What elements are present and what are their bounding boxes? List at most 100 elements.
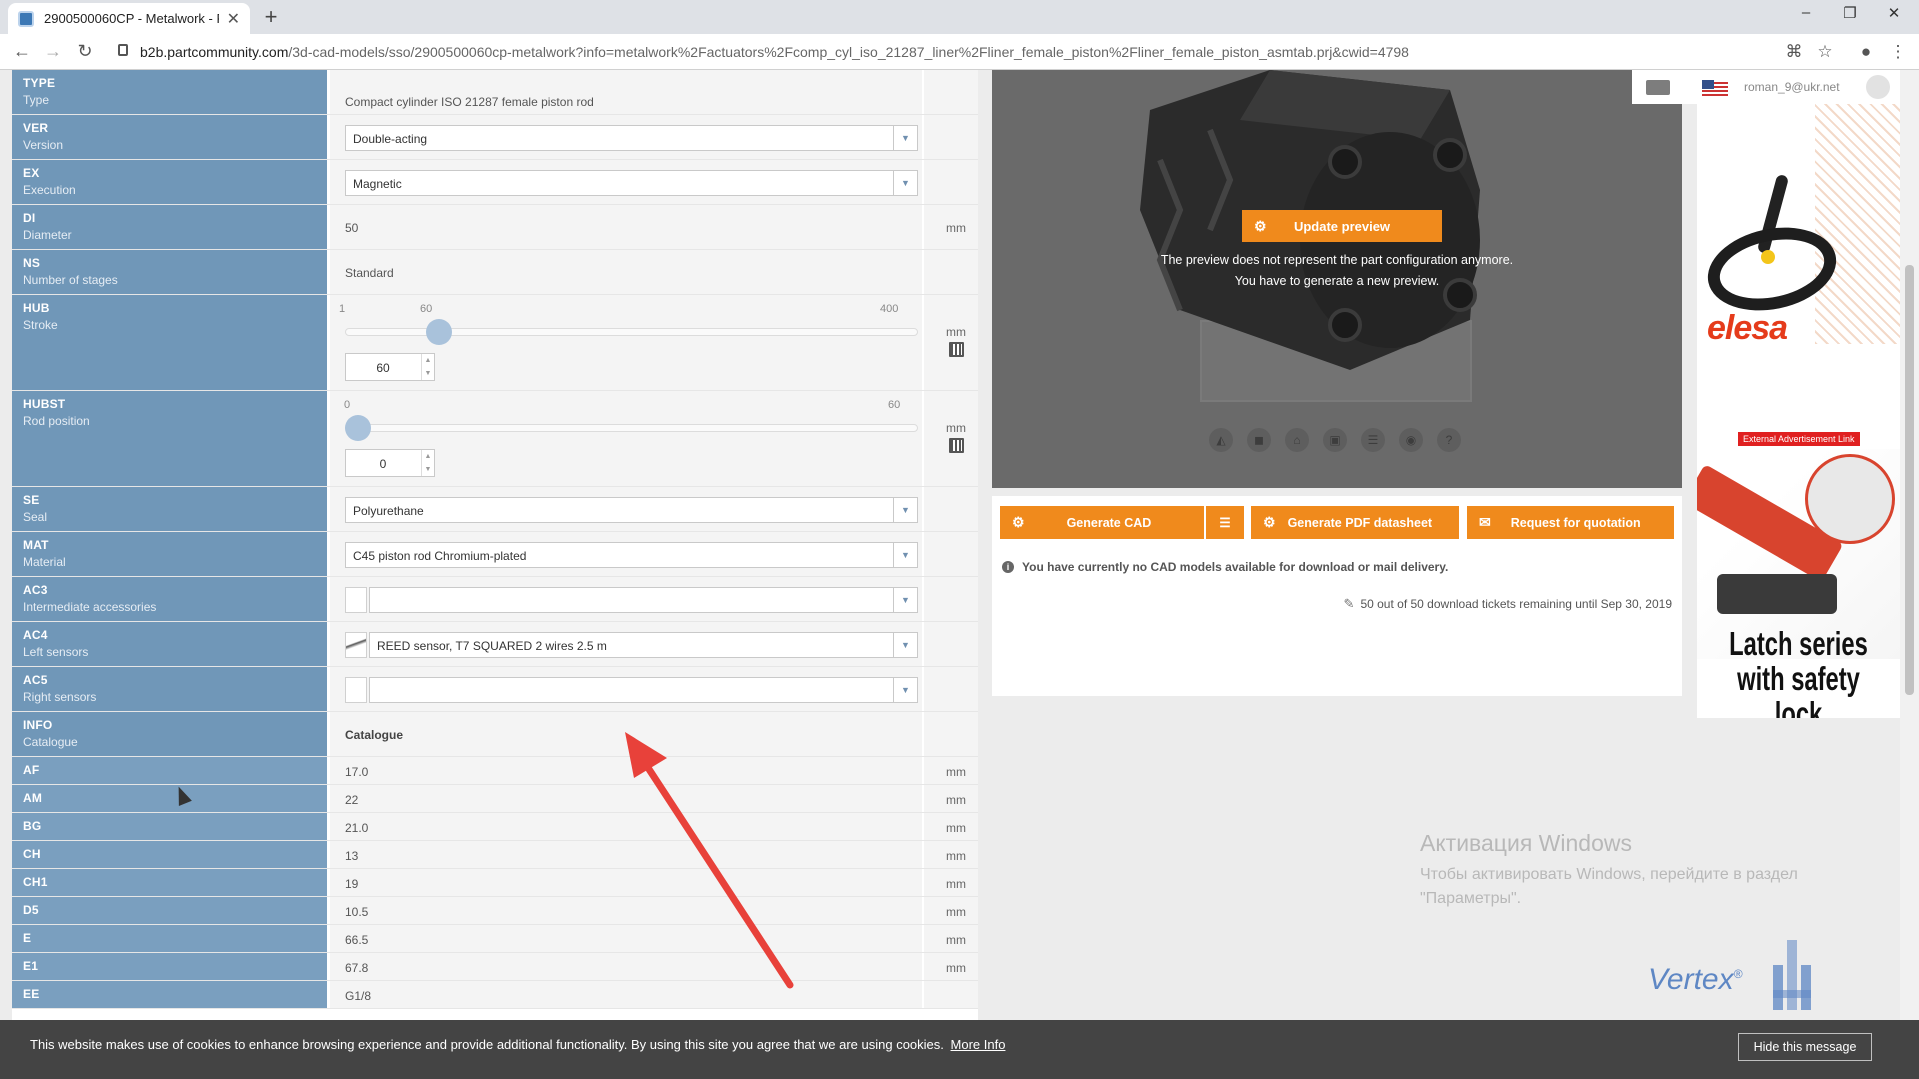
forward-icon[interactable]: → <box>41 41 65 62</box>
new-tab-icon[interactable]: + <box>258 4 284 30</box>
cad-options-button[interactable]: ☰ <box>1206 506 1244 539</box>
param-code: AC3 <box>23 583 48 597</box>
view-solid-icon[interactable]: ◼ <box>1247 428 1271 452</box>
ad-background-pattern <box>1815 104 1900 344</box>
stepper-icon[interactable]: ▲ ▼ <box>421 354 434 380</box>
dim-row-e1: E1 67.8 mm <box>12 953 978 981</box>
dim-code: EE <box>23 987 40 1001</box>
seal-select-value: Polyurethane <box>353 504 424 518</box>
address-bar: ← → ↻ b2b.partcommunity.com/3d-cad-model… <box>0 34 1919 70</box>
intermediate-accessories-select[interactable]: ▼ <box>369 587 918 613</box>
profile-icon[interactable]: ● <box>1855 42 1877 62</box>
param-desc: Type <box>23 93 50 107</box>
view-cube-icon[interactable]: ▣ <box>1323 428 1347 452</box>
tickets-status: ✎ 50 out of 50 download tickets remainin… <box>1344 596 1672 612</box>
calculator-icon[interactable] <box>949 342 964 357</box>
handwheel-knob-image <box>1761 250 1775 264</box>
no-cad-note-text: You have currently no CAD models availab… <box>1022 560 1449 574</box>
param-unit-cell <box>924 577 978 621</box>
seal-select[interactable]: Polyurethane ▼ <box>345 497 918 523</box>
cookie-message: This website makes use of cookies to enh… <box>30 1037 1005 1052</box>
param-label: HUB Stroke <box>12 295 327 390</box>
stepper-icon[interactable]: ▲ ▼ <box>421 450 434 476</box>
accessory-thumbnail[interactable] <box>345 587 367 613</box>
bookmark-star-icon[interactable]: ☆ <box>1814 42 1836 62</box>
generate-cad-button[interactable]: ⚙ Generate CAD <box>1000 506 1204 539</box>
sensor-thumbnail[interactable] <box>345 677 367 703</box>
hide-cookie-message-button[interactable]: Hide this message <box>1738 1033 1872 1061</box>
url-field[interactable]: b2b.partcommunity.com/3d-cad-models/sso/… <box>140 44 1409 60</box>
page-scrollbar-thumb[interactable] <box>1905 265 1914 695</box>
sensor-thumbnail[interactable] <box>345 632 367 658</box>
help-icon[interactable]: ? <box>1437 428 1461 452</box>
reload-icon[interactable]: ↻ <box>73 41 97 62</box>
rod-position-slider-track[interactable] <box>345 424 918 432</box>
param-label: EX Execution <box>12 160 327 204</box>
user-email[interactable]: roman_9@ukr.net <box>1744 80 1840 94</box>
unit-label: mm <box>946 821 966 835</box>
diameter-value: 50 <box>345 221 359 235</box>
chevron-down-icon[interactable]: ▼ <box>893 126 917 150</box>
restore-icon[interactable]: ❐ <box>1830 4 1870 22</box>
vertex-logo-icon <box>1773 940 1811 1010</box>
us-flag-icon[interactable] <box>1702 80 1728 96</box>
dim-label: D5 <box>12 897 327 924</box>
chevron-down-icon[interactable]: ▼ <box>893 498 917 522</box>
rod-position-input[interactable]: 0 ▲ ▼ <box>345 449 435 477</box>
slider-max-label: 60 <box>888 399 901 411</box>
close-window-icon[interactable]: ✕ <box>1874 4 1914 22</box>
param-desc: Number of stages <box>23 273 118 287</box>
calculator-icon[interactable] <box>949 438 964 453</box>
tickets-status-text: 50 out of 50 download tickets remaining … <box>1360 597 1672 611</box>
param-code: EX <box>23 166 40 180</box>
advertisement-banner[interactable]: elesa External Advertisement Link Latch … <box>1697 104 1900 718</box>
dim-label: AM <box>12 785 327 812</box>
list-settings-icon: ☰ <box>1219 516 1231 530</box>
left-sensors-select[interactable]: REED sensor, T7 SQUARED 2 wires 2.5 m ▼ <box>369 632 918 658</box>
menu-dots-icon[interactable]: ⋮ <box>1887 42 1909 62</box>
request-quote-label: Request for quotation <box>1510 515 1641 530</box>
external-ad-link[interactable]: External Advertisement Link <box>1738 432 1860 446</box>
dim-label: CH1 <box>12 869 327 896</box>
no-cad-note: i You have currently no CAD models avail… <box>1002 560 1448 574</box>
param-code: MAT <box>23 538 49 552</box>
param-row-info: INFO Catalogue Catalogue <box>12 712 978 757</box>
dim-code: BG <box>23 819 42 833</box>
ad-tagline-line1: Latch series <box>1729 625 1868 662</box>
stroke-slider-thumb[interactable] <box>425 319 452 345</box>
chevron-down-icon[interactable]: ▼ <box>893 543 917 567</box>
view-toolbar: ◭ ◼ ⌂ ▣ ☰ ◉ ? <box>1209 428 1461 452</box>
material-select[interactable]: C45 piston rod Chromium-plated ▼ <box>345 542 918 568</box>
back-icon[interactable]: ← <box>10 41 34 62</box>
mail-icon[interactable] <box>1646 80 1670 95</box>
browser-tab[interactable]: 2900500060CP - Metalwork - Fre ✕ <box>8 3 250 34</box>
avatar[interactable] <box>1866 75 1890 99</box>
update-preview-button[interactable]: ⚙ Update preview <box>1242 210 1442 242</box>
view-iso-icon[interactable]: ◭ <box>1209 428 1233 452</box>
view-trash-icon[interactable]: ⌂ <box>1285 428 1309 452</box>
execution-select[interactable]: Magnetic ▼ <box>345 170 918 196</box>
translate-icon[interactable]: ⌘ <box>1783 42 1805 62</box>
dim-row-e: E 66.5 mm <box>12 925 978 953</box>
chevron-down-icon[interactable]: ▼ <box>893 588 917 612</box>
chevron-down-icon[interactable]: ▼ <box>893 171 917 195</box>
rod-position-slider-thumb[interactable] <box>345 415 371 441</box>
param-label: DI Diameter <box>12 205 327 249</box>
site-favicon-icon <box>18 10 34 27</box>
chevron-down-icon[interactable]: ▼ <box>893 633 917 657</box>
minimize-icon[interactable]: – <box>1786 4 1826 21</box>
view-cylinder-icon[interactable]: ◉ <box>1399 428 1423 452</box>
version-select[interactable]: Double-acting ▼ <box>345 125 918 151</box>
param-desc: Rod position <box>23 414 90 428</box>
3d-preview-panel[interactable]: ⚙ Update preview The preview does not re… <box>992 70 1682 488</box>
cookie-more-info-link[interactable]: More Info <box>951 1037 1006 1052</box>
close-tab-icon[interactable]: ✕ <box>227 9 240 29</box>
param-value-cell <box>330 205 922 249</box>
view-layers-icon[interactable]: ☰ <box>1361 428 1385 452</box>
request-quote-button[interactable]: ✉ Request for quotation <box>1467 506 1674 539</box>
stroke-input[interactable]: 60 ▲ ▼ <box>345 353 435 381</box>
generate-pdf-button[interactable]: ⚙ Generate PDF datasheet <box>1251 506 1459 539</box>
chevron-down-icon[interactable]: ▼ <box>893 678 917 702</box>
param-row-ns: NS Number of stages Standard <box>12 250 978 295</box>
param-code: TYPE <box>23 76 56 90</box>
